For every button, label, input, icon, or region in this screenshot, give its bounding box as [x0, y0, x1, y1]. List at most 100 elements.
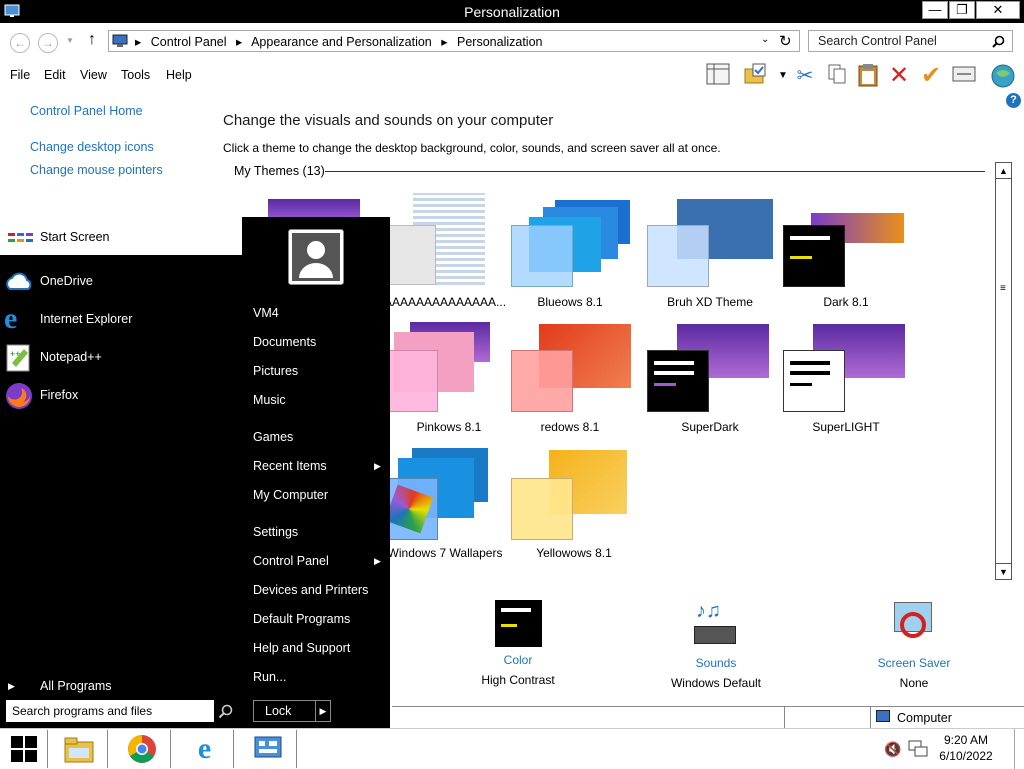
- file-explorer-icon: [64, 737, 93, 763]
- taskbar-control-panel[interactable]: [239, 730, 297, 768]
- close-button[interactable]: ✕: [976, 1, 1020, 19]
- change-mouse-pointers-link[interactable]: Change mouse pointers: [30, 163, 163, 177]
- sounds-icon: ♪♫: [692, 600, 740, 650]
- place-control-panel[interactable]: Control Panel: [253, 554, 329, 568]
- sounds-setting[interactable]: ♪♫ Sounds Windows Default: [656, 600, 776, 690]
- screen-saver-link[interactable]: Screen Saver: [864, 656, 964, 670]
- theme-yellowows[interactable]: Yellowows 8.1: [499, 446, 649, 566]
- address-dropdown-icon[interactable]: ⌄: [761, 34, 769, 45]
- start-menu-programs: Start Screen OneDrive e Internet Explore…: [0, 217, 242, 728]
- start-screen-item[interactable]: Start Screen: [0, 217, 242, 255]
- clock-time[interactable]: 9:20 AM: [930, 733, 1002, 747]
- show-desktop-button[interactable]: [1014, 729, 1024, 769]
- internet-explorer-icon: e: [4, 302, 18, 335]
- search-icon[interactable]: [218, 704, 233, 719]
- scroll-down-button[interactable]: ▼: [996, 563, 1011, 579]
- computer-icon: [876, 710, 890, 722]
- forward-button[interactable]: →: [38, 33, 58, 53]
- paste-icon[interactable]: [855, 63, 881, 89]
- place-recent-items[interactable]: Recent Items: [253, 459, 327, 473]
- network-icon[interactable]: [908, 740, 928, 758]
- place-documents[interactable]: Documents: [253, 335, 316, 349]
- minimize-button[interactable]: —: [922, 1, 948, 19]
- taskbar-file-explorer[interactable]: [50, 730, 108, 768]
- breadcrumb-separator: ▸: [135, 35, 142, 49]
- breadcrumb-appearance[interactable]: Appearance and Personalization: [251, 35, 432, 49]
- scroll-thumb-grip-icon[interactable]: ≡: [1000, 283, 1006, 294]
- back-button[interactable]: ←: [10, 33, 30, 53]
- theme-dark[interactable]: Dark 8.1: [771, 195, 921, 315]
- clock-date[interactable]: 6/10/2022: [930, 749, 1002, 763]
- breadcrumb-control-panel[interactable]: Control Panel: [151, 35, 227, 49]
- lock-label: Lock: [265, 704, 292, 718]
- start-search-input[interactable]: Search programs and files: [12, 704, 152, 718]
- sounds-value: Windows Default: [670, 676, 762, 690]
- search-input[interactable]: Search Control Panel: [818, 34, 937, 48]
- screen-saver-setting[interactable]: Screen Saver None: [864, 600, 964, 690]
- place-games[interactable]: Games: [253, 430, 293, 444]
- search-box[interactable]: Search Control Panel: [808, 30, 1013, 52]
- sounds-link[interactable]: Sounds: [656, 656, 776, 670]
- color-link[interactable]: Color: [460, 653, 576, 667]
- theme-redows[interactable]: redows 8.1: [495, 320, 645, 440]
- recent-pages-chevron-icon[interactable]: ▼: [66, 36, 74, 45]
- start-button[interactable]: [0, 730, 48, 768]
- lock-button[interactable]: Lock ▶: [253, 700, 331, 722]
- restore-button[interactable]: ❐: [949, 1, 975, 19]
- all-programs-item[interactable]: All Programs: [40, 679, 112, 693]
- up-arrow-icon[interactable]: ↑: [88, 31, 96, 49]
- themes-scrollbar[interactable]: ▲ ≡ ▼: [995, 162, 1012, 580]
- layout-icon[interactable]: [705, 63, 731, 89]
- menu-file[interactable]: File: [10, 68, 30, 82]
- page-subtitle: Click a theme to change the desktop back…: [223, 141, 721, 155]
- place-devices-and-printers[interactable]: Devices and Printers: [253, 583, 368, 597]
- cut-icon[interactable]: ✂: [792, 63, 818, 89]
- high-contrast-icon: [494, 600, 542, 647]
- place-run[interactable]: Run...: [253, 670, 286, 684]
- search-icon[interactable]: [992, 35, 1005, 48]
- folder-options-icon[interactable]: [742, 63, 768, 89]
- menu-edit[interactable]: Edit: [44, 68, 66, 82]
- help-icon[interactable]: ?: [1006, 93, 1021, 108]
- checkmark-icon[interactable]: ✔: [918, 63, 944, 89]
- place-music[interactable]: Music: [253, 393, 286, 407]
- taskbar-internet-explorer[interactable]: e: [176, 730, 234, 768]
- program-notepad-plus-plus[interactable]: ++ Notepad++: [0, 341, 242, 375]
- place-default-programs[interactable]: Default Programs: [253, 612, 350, 626]
- theme-bruh-xd[interactable]: Bruh XD Theme: [635, 195, 785, 315]
- place-help-and-support[interactable]: Help and Support: [253, 641, 350, 655]
- color-setting[interactable]: Color High Contrast: [460, 600, 576, 687]
- volume-muted-icon[interactable]: 🔇: [884, 741, 901, 758]
- menu-tools[interactable]: Tools: [121, 68, 150, 82]
- menu-view[interactable]: View: [80, 68, 107, 82]
- copy-icon[interactable]: [824, 63, 850, 89]
- breadcrumb-personalization[interactable]: Personalization: [457, 35, 542, 49]
- theme-label: SuperLIGHT: [812, 420, 880, 434]
- place-my-computer[interactable]: My Computer: [253, 488, 328, 502]
- scroll-up-button[interactable]: ▲: [996, 163, 1011, 179]
- program-onedrive[interactable]: OneDrive: [0, 265, 242, 299]
- address-bar[interactable]: ▸ Control Panel ▸ Appearance and Persona…: [108, 30, 800, 52]
- start-search-box[interactable]: Search programs and files: [6, 700, 214, 722]
- program-internet-explorer[interactable]: e Internet Explorer: [0, 303, 242, 337]
- section-divider: [325, 171, 985, 172]
- control-panel-home-link[interactable]: Control Panel Home: [30, 104, 143, 118]
- menu-help[interactable]: Help: [166, 68, 192, 82]
- delete-icon[interactable]: ✕: [886, 63, 912, 89]
- theme-superlight[interactable]: SuperLIGHT: [771, 320, 921, 440]
- user-avatar[interactable]: [288, 229, 344, 285]
- place-settings[interactable]: Settings: [253, 525, 298, 539]
- place-vm4[interactable]: VM4: [253, 306, 279, 320]
- start-menu-places: VM4 Documents Pictures Music Games Recen…: [243, 217, 390, 728]
- globe-icon[interactable]: [990, 63, 1016, 89]
- theme-superdark[interactable]: SuperDark: [635, 320, 785, 440]
- place-pictures[interactable]: Pictures: [253, 364, 298, 378]
- lock-options-arrow-icon[interactable]: ▶: [315, 701, 330, 721]
- taskbar-chrome[interactable]: [113, 730, 171, 768]
- theme-blueows[interactable]: Blueows 8.1: [495, 195, 645, 315]
- properties-icon[interactable]: [951, 63, 977, 89]
- refresh-icon[interactable]: ↻: [779, 32, 792, 50]
- change-desktop-icons-link[interactable]: Change desktop icons: [30, 140, 154, 154]
- program-firefox[interactable]: Firefox: [0, 379, 242, 413]
- window-title: Personalization: [464, 4, 560, 20]
